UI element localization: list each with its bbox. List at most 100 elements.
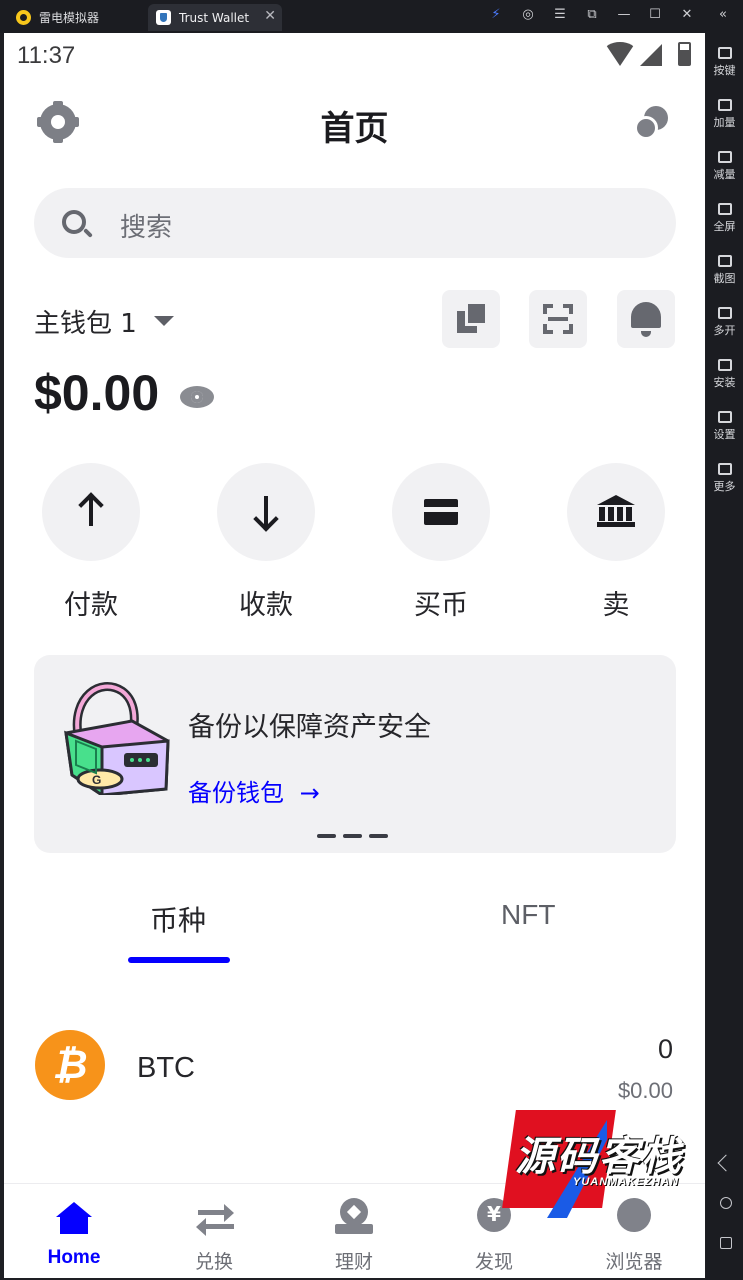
- install-icon: [717, 359, 732, 371]
- wallet-selector[interactable]: 主钱包 1: [34, 303, 137, 340]
- cellular-signal-icon: [640, 44, 662, 66]
- scissors-icon: [717, 255, 732, 267]
- home-circle-icon[interactable]: [720, 1197, 732, 1209]
- emulator-titlebar: 雷电模拟器 Trust Wallet ✕ ⚡ ◎ ☰ ⧉ — ☐ ✕ «: [0, 0, 743, 33]
- trust-wallet-shield-icon: [156, 10, 171, 25]
- swap-icon: [196, 1204, 236, 1236]
- more-button[interactable]: 更多: [706, 463, 743, 494]
- emulator-app-tab-label: 雷电模拟器: [39, 11, 100, 25]
- multi-instance-icon: [717, 307, 732, 319]
- backup-wallet-link[interactable]: 备份钱包 →: [188, 773, 320, 808]
- asset-tabs: 币种 NFT: [4, 885, 705, 965]
- carousel-dot[interactable]: [317, 834, 336, 838]
- menu-icon[interactable]: ☰: [550, 7, 570, 22]
- send-label: 付款: [64, 590, 118, 621]
- phone-screen: 11:37 首页 搜索 主钱包 1 $0.00 付款 收款 买币 卖 G 备份以…: [4, 33, 705, 1278]
- minimize-icon[interactable]: —: [614, 7, 634, 22]
- tool-label: 设置: [713, 428, 736, 441]
- tab-tokens[interactable]: 币种: [150, 899, 206, 939]
- receive-button[interactable]: 收款: [206, 463, 326, 622]
- close-window-icon[interactable]: ✕: [677, 7, 697, 22]
- emulator-side-toolbar: 按键 加量 减量 全屏 截图 多开 安装 设置 更多: [706, 33, 743, 1280]
- status-bar: 11:37: [4, 33, 705, 77]
- bell-icon: [631, 302, 661, 337]
- account-icon[interactable]: ◎: [518, 7, 538, 22]
- chevron-down-icon[interactable]: [154, 316, 174, 326]
- tool-label: 安装: [713, 376, 736, 389]
- wallet-balance: $0.00: [34, 365, 160, 421]
- install-button[interactable]: 安装: [706, 359, 743, 390]
- trust-wallet-tab[interactable]: Trust Wallet ✕: [148, 4, 282, 31]
- copy-address-button[interactable]: [442, 290, 500, 348]
- keyboard-icon: [717, 47, 732, 59]
- nav-home-label: Home: [47, 1247, 101, 1268]
- multi-instance-button[interactable]: 多开: [706, 307, 743, 338]
- quick-actions: 付款 收款 买币 卖: [4, 463, 705, 623]
- page-title: 首页: [320, 109, 389, 149]
- backup-banner[interactable]: G 备份以保障资产安全 备份钱包 →: [34, 655, 676, 853]
- volume-down-button[interactable]: 减量: [706, 151, 743, 182]
- sell-label: 卖: [602, 590, 630, 621]
- sell-button[interactable]: 卖: [556, 463, 676, 622]
- keyboard-mapping-button[interactable]: 按键: [706, 47, 743, 78]
- more-icon: [717, 463, 732, 475]
- wifi-icon: [604, 42, 636, 66]
- nav-home[interactable]: Home: [4, 1184, 144, 1278]
- maximize-icon[interactable]: ☐: [645, 7, 665, 22]
- volume-up-button[interactable]: 加量: [706, 99, 743, 130]
- tool-label: 多开: [713, 324, 736, 337]
- close-tab-icon[interactable]: ✕: [264, 8, 276, 24]
- scan-icon: [543, 304, 573, 334]
- nav-swap[interactable]: 兑换: [144, 1184, 284, 1278]
- screenshot-button[interactable]: 截图: [706, 255, 743, 286]
- nav-swap-label: 兑换: [194, 1251, 233, 1273]
- carousel-dot[interactable]: [343, 834, 362, 838]
- settings-icon: [717, 411, 732, 423]
- svg-text:G: G: [92, 773, 101, 787]
- arrow-down-icon: [264, 496, 268, 526]
- tool-label: 截图: [713, 272, 736, 285]
- fullscreen-icon: [717, 203, 732, 215]
- nav-discover-label: 发现: [474, 1251, 513, 1273]
- search-input[interactable]: 搜索: [34, 188, 676, 258]
- recents-icon[interactable]: [720, 1237, 732, 1249]
- tool-label: 减量: [713, 168, 736, 181]
- notifications-button[interactable]: [617, 290, 675, 348]
- asset-row-btc[interactable]: ₿ BTC 0 $0.00: [4, 1018, 705, 1118]
- nav-browser-label: 浏览器: [605, 1251, 663, 1273]
- nav-earn[interactable]: 理财: [284, 1184, 424, 1278]
- boost-icon[interactable]: ⚡: [486, 7, 506, 22]
- collapse-toolbar-icon[interactable]: «: [713, 7, 733, 22]
- buy-label: 买币: [414, 590, 468, 621]
- banner-title: 备份以保障资产安全: [188, 712, 431, 743]
- walletconnect-icon[interactable]: [634, 106, 668, 140]
- bitcoin-icon: ₿: [35, 1030, 105, 1100]
- padlock-illustration: G: [64, 682, 170, 795]
- nav-discover[interactable]: 发现: [424, 1184, 564, 1278]
- tab-nft[interactable]: NFT: [501, 899, 555, 931]
- asset-fiat-value: $0.00: [617, 1078, 673, 1103]
- receive-label: 收款: [239, 590, 293, 621]
- popout-icon[interactable]: ⧉: [582, 7, 602, 22]
- buy-button[interactable]: 买币: [381, 463, 501, 622]
- trust-wallet-tab-label: Trust Wallet: [179, 10, 250, 25]
- back-icon[interactable]: [717, 1154, 735, 1172]
- nav-browser[interactable]: 浏览器: [564, 1184, 704, 1278]
- discover-icon: [477, 1198, 511, 1232]
- fullscreen-button[interactable]: 全屏: [706, 203, 743, 234]
- carousel-dot[interactable]: [369, 834, 388, 838]
- eye-icon[interactable]: [180, 386, 214, 408]
- nav-earn-label: 理财: [334, 1251, 373, 1273]
- emulator-settings-button[interactable]: 设置: [706, 411, 743, 442]
- asset-amount: 0: [657, 1034, 673, 1064]
- emulator-app-tab[interactable]: 雷电模拟器: [8, 4, 146, 31]
- tool-label: 按键: [713, 64, 736, 77]
- arrow-right-icon: →: [299, 779, 320, 807]
- active-tab-indicator: [128, 957, 230, 963]
- earn-icon: [335, 1198, 373, 1236]
- bottom-navigation: Home 兑换 理财 发现 浏览器: [4, 1183, 705, 1278]
- scan-qr-button[interactable]: [529, 290, 587, 348]
- send-button[interactable]: 付款: [31, 463, 151, 622]
- tool-label: 更多: [713, 480, 736, 493]
- bank-icon: [597, 495, 635, 527]
